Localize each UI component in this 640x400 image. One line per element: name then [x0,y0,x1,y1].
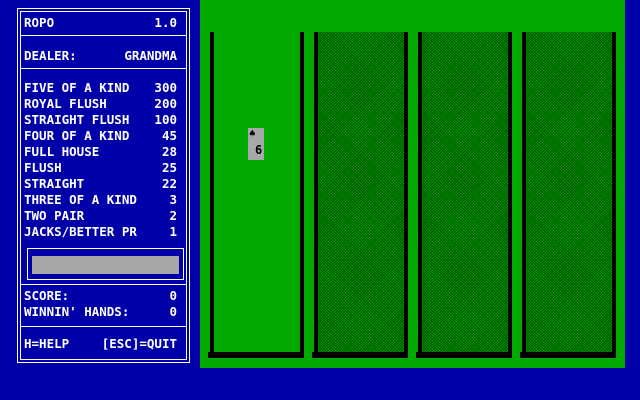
payout-row: FIVE OF A KIND 300 [24,80,177,95]
card-column-2[interactable] [314,32,408,352]
dealer-name: GRANDMA [124,48,177,63]
payout-hand: THREE OF A KIND [24,192,137,207]
payout-value: 3 [169,192,177,207]
score-row: SCORE: 0 [24,288,177,303]
payout-value: 100 [154,112,177,127]
winning-hands-value: 0 [169,304,177,319]
payout-value: 25 [161,160,177,175]
game-version: 1.0 [154,15,177,30]
payout-value: 1 [169,224,177,239]
payout-row: FULL HOUSE 28 [24,144,177,159]
divider [20,284,187,285]
winning-hands-label: WINNIN' HANDS: [24,304,130,319]
quit-key-hint[interactable]: [ESC]=QUIT [102,336,177,351]
payout-value: 2 [169,208,177,223]
card-column-4[interactable] [522,32,616,352]
help-key-hint[interactable]: H=HELP [24,336,69,351]
payout-value: 300 [154,80,177,95]
game-title: ROPO [24,15,55,30]
payout-hand: FLUSH [24,160,62,175]
divider [20,326,187,327]
payout-value: 22 [161,176,177,191]
card-column-1[interactable]: ♠ 6 [210,32,304,352]
payout-hand: FIVE OF A KIND [24,80,130,95]
dealer-row: DEALER: GRANDMA [24,48,177,63]
payout-value: 45 [161,128,177,143]
payout-hand: FULL HOUSE [24,144,100,159]
payout-row: FLUSH 25 [24,160,177,175]
column-base-4 [520,352,616,358]
payout-row: STRAIGHT 22 [24,176,177,191]
payout-row: JACKS/BETTER PR 1 [24,224,177,239]
column-base-2 [312,352,408,358]
payout-row: TWO PAIR 2 [24,208,177,223]
card-table: ♠ 6 [200,0,625,368]
payout-hand: ROYAL FLUSH [24,96,107,111]
info-panel: ROPO 1.0 DEALER: GRANDMA FIVE OF A KIND 3… [17,8,190,363]
payout-value: 28 [161,144,177,159]
payout-row: STRAIGHT FLUSH 100 [24,112,177,127]
title-row: ROPO 1.0 [24,15,177,30]
payout-hand: STRAIGHT FLUSH [24,112,130,127]
divider [20,68,187,69]
bet-bar [32,256,179,274]
dealer-label: DEALER: [24,48,77,63]
score-value: 0 [169,288,177,303]
spade-icon: ♠ [249,127,256,140]
divider [20,35,187,36]
payout-value: 200 [154,96,177,111]
playing-card[interactable]: ♠ 6 [248,128,264,160]
payout-row: ROYAL FLUSH 200 [24,96,177,111]
payout-hand: STRAIGHT [24,176,85,191]
column-base-1 [208,352,304,358]
payout-hand: FOUR OF A KIND [24,128,130,143]
column-base-3 [416,352,512,358]
payout-hand: TWO PAIR [24,208,85,223]
payout-row: THREE OF A KIND 3 [24,192,177,207]
score-label: SCORE: [24,288,70,303]
payout-row: FOUR OF A KIND 45 [24,128,177,143]
winning-hands-row: WINNIN' HANDS: 0 [24,304,177,319]
card-column-3[interactable] [418,32,512,352]
card-rank: 6 [255,143,263,157]
payout-hand: JACKS/BETTER PR [24,224,137,239]
key-help-row: H=HELP [ESC]=QUIT [24,336,177,351]
